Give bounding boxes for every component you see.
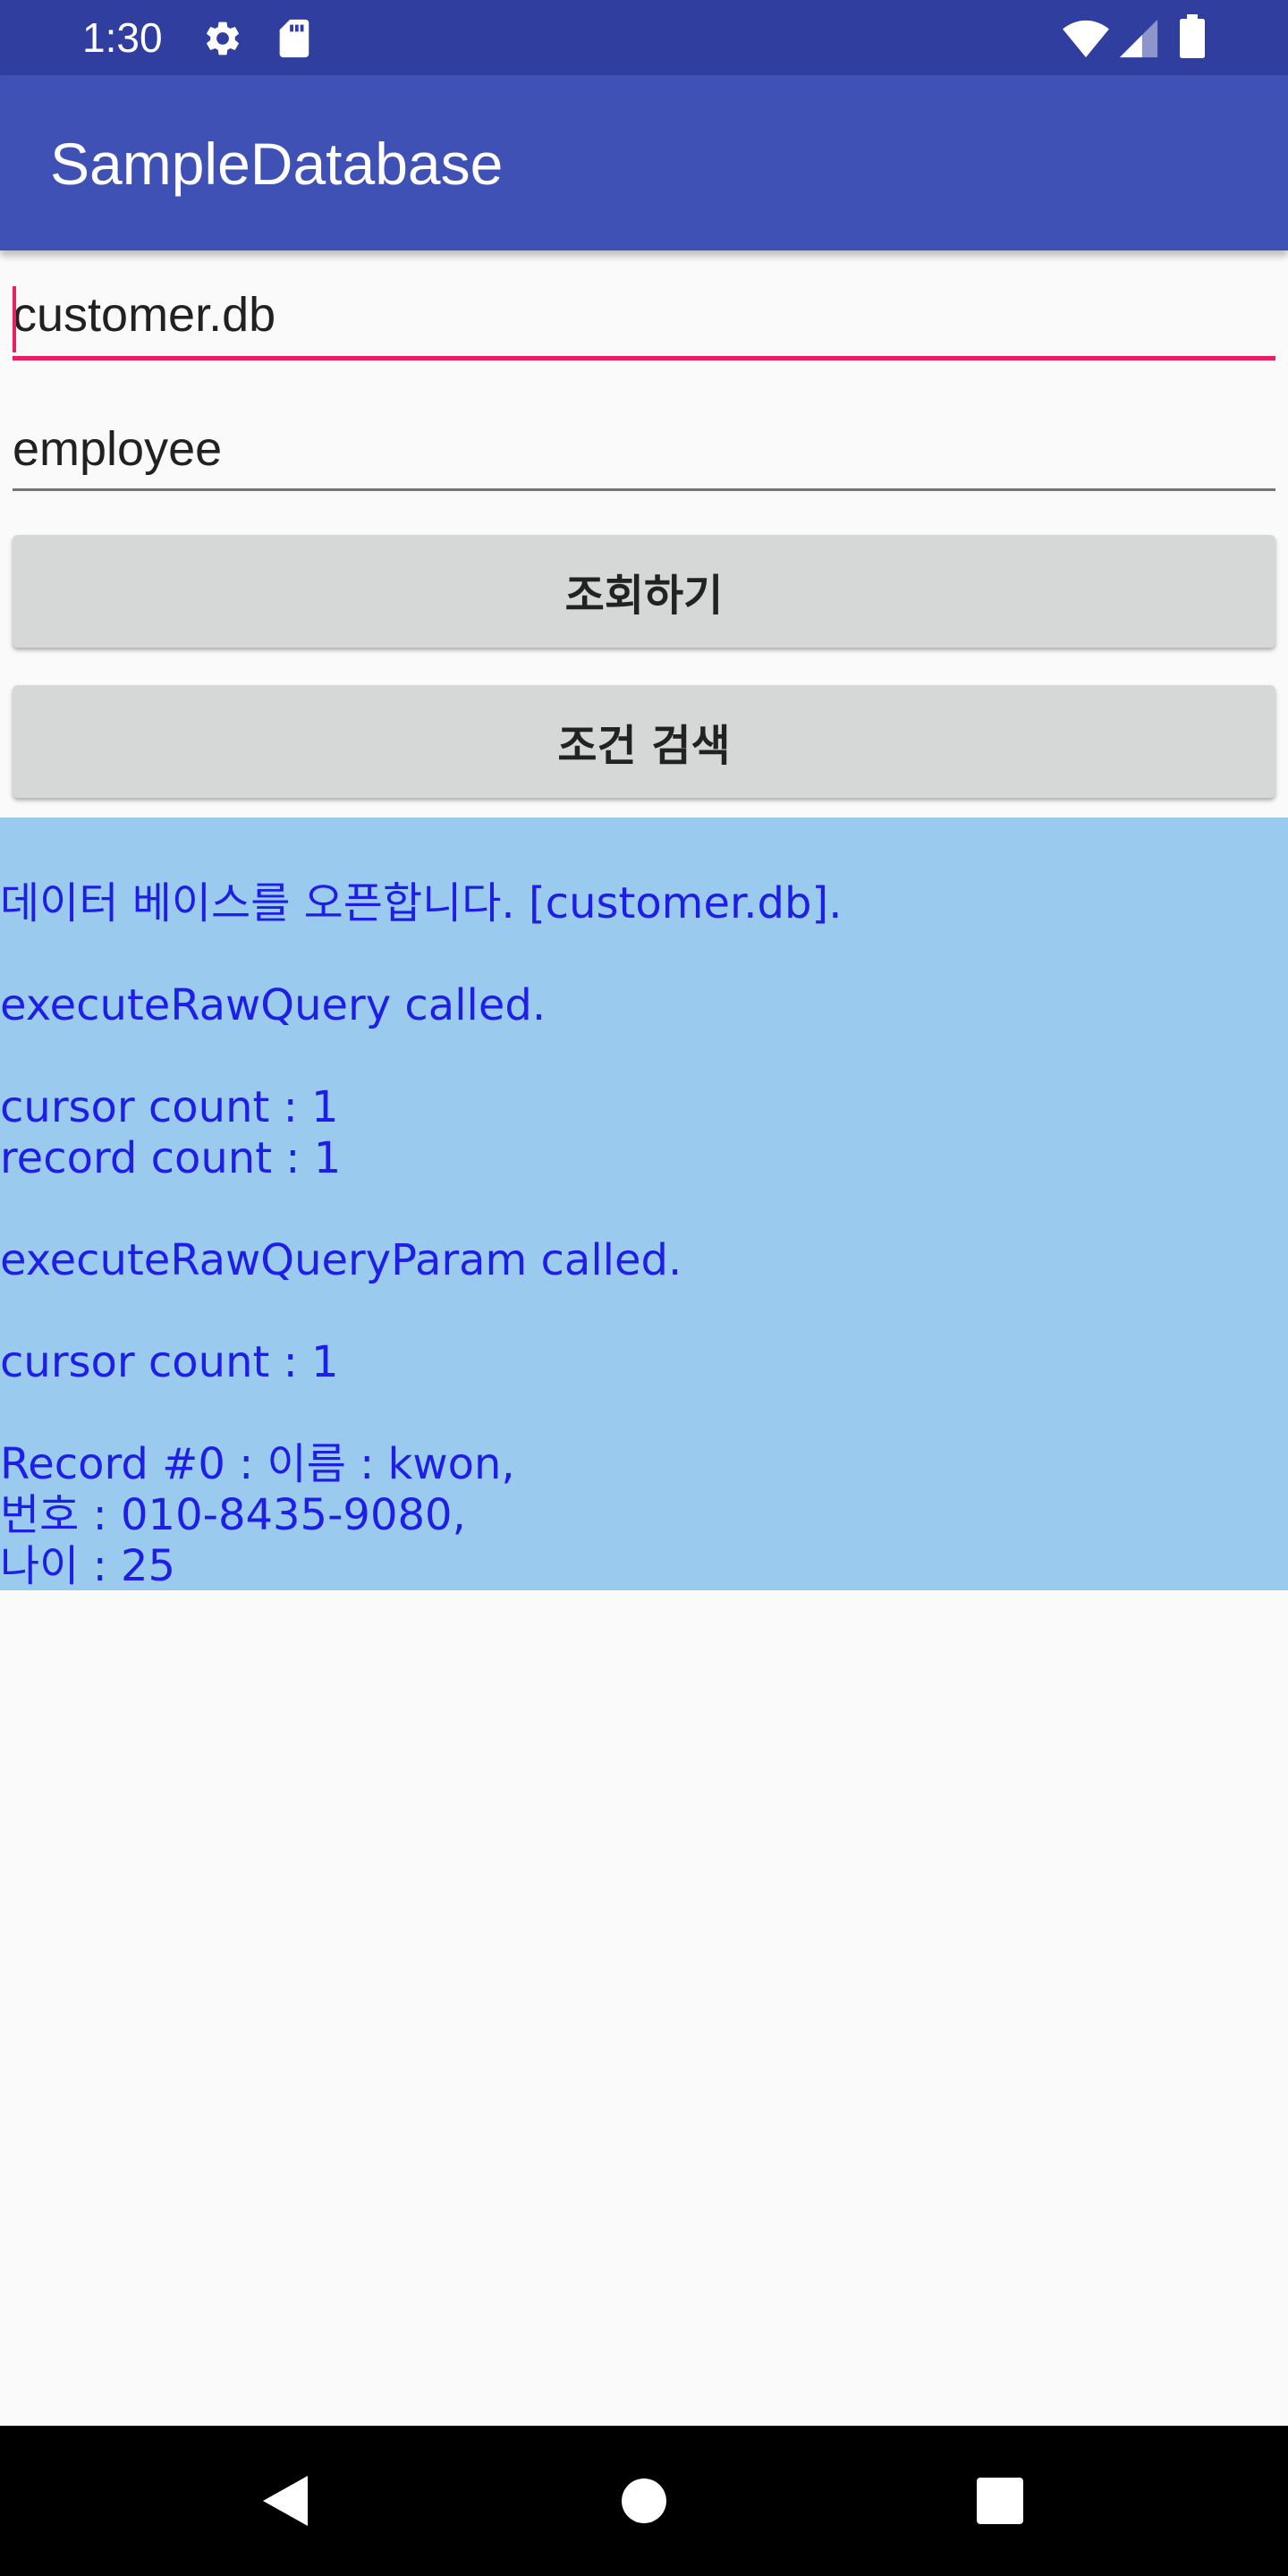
text-cursor: [13, 286, 16, 352]
database-name-value: customer.db: [13, 288, 276, 342]
recents-icon[interactable]: [964, 2465, 1036, 2537]
screen: 1:30 SampleDatabase customer.db employee: [0, 0, 1288, 2576]
output-line: 번호 : 010-8435-9080,: [0, 1490, 466, 1540]
battery-icon: [1180, 14, 1205, 58]
navigation-bar: [0, 2426, 1288, 2576]
table-name-value: employee: [13, 422, 223, 476]
database-name-input[interactable]: customer.db: [13, 270, 1275, 360]
status-bar: 1:30: [0, 0, 1288, 75]
query-button[interactable]: 조회하기: [13, 535, 1275, 648]
sd-card-icon: [279, 19, 309, 58]
gear-icon: [207, 21, 239, 55]
output-line: executeRawQueryParam called.: [0, 1235, 682, 1285]
table-name-underline: [13, 488, 1275, 491]
output-line: record count : 1: [0, 1133, 342, 1183]
output-line: cursor count : 1: [0, 1337, 339, 1387]
condition-search-button[interactable]: 조건 검색: [13, 685, 1275, 798]
app-bar: SampleDatabase: [0, 75, 1288, 250]
table-name-input[interactable]: employee: [13, 404, 1275, 494]
back-icon[interactable]: [250, 2465, 322, 2537]
home-icon[interactable]: [608, 2465, 680, 2537]
output-line: Record #0 : 이름 : kwon,: [0, 1439, 515, 1489]
output-line: 데이터 베이스를 오픈합니다. [customer.db].: [0, 878, 843, 928]
output-line: 나이 : 25: [0, 1541, 176, 1591]
output-line: executeRawQuery called.: [0, 980, 547, 1030]
app-title: SampleDatabase: [50, 131, 504, 197]
wifi-icon: [1063, 20, 1109, 58]
output-log: 데이터 베이스를 오픈합니다. [customer.db]. executeRa…: [0, 818, 1288, 1591]
signal-icon: [1119, 19, 1158, 58]
status-time: 1:30: [82, 14, 163, 61]
output-line: cursor count : 1: [0, 1082, 339, 1132]
database-name-underline: [13, 356, 1275, 360]
